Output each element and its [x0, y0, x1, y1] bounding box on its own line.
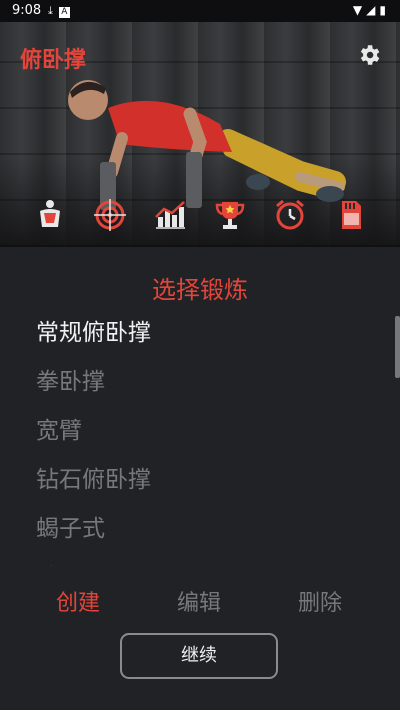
list-scrollbar[interactable]: [395, 316, 400, 378]
app-title: 俯卧撑: [20, 48, 87, 73]
status-time: 9:08: [12, 3, 42, 18]
battery-icon: ▮: [379, 3, 390, 17]
list-item[interactable]: 钻石俯卧撑: [36, 463, 376, 512]
alarm-clock-icon[interactable]: [272, 197, 308, 233]
list-item[interactable]: 宽臂: [36, 414, 376, 463]
create-button[interactable]: 创建: [56, 585, 100, 617]
status-right-icons: ▼◢▮: [353, 3, 390, 17]
list-item[interactable]: 外掌: [36, 561, 376, 566]
list-item[interactable]: 常规俯卧撑: [36, 316, 376, 365]
status-left-icons: ⤓ A: [48, 4, 70, 18]
exercise-list[interactable]: 常规俯卧撑 拳卧撑 宽臂 钻石俯卧撑 蝎子式 外掌: [36, 316, 376, 566]
status-bar: 9:08 ⤓ A ▼◢▮: [0, 0, 400, 22]
continue-button[interactable]: 继续: [120, 633, 278, 679]
bar-chart-icon[interactable]: [152, 197, 188, 233]
list-item[interactable]: 拳卧撑: [36, 365, 376, 414]
select-workout-title: 选择锻炼: [152, 276, 248, 304]
target-icon[interactable]: [92, 197, 128, 233]
edit-button[interactable]: 编辑: [177, 585, 221, 617]
signal-icon: ◢: [366, 3, 380, 17]
list-item[interactable]: 蝎子式: [36, 512, 376, 561]
download-icon: ⤓: [48, 4, 59, 17]
delete-button[interactable]: 删除: [298, 585, 342, 617]
toolbar-icons: [0, 197, 400, 237]
trophy-icon[interactable]: [212, 197, 248, 233]
sd-card-icon[interactable]: [332, 197, 368, 233]
wifi-icon: ▼: [352, 3, 367, 17]
gear-icon[interactable]: [356, 42, 382, 68]
hero-image: 俯卧撑: [0, 22, 400, 247]
a-icon: A: [58, 7, 70, 18]
body-muscle-icon[interactable]: [32, 197, 68, 233]
